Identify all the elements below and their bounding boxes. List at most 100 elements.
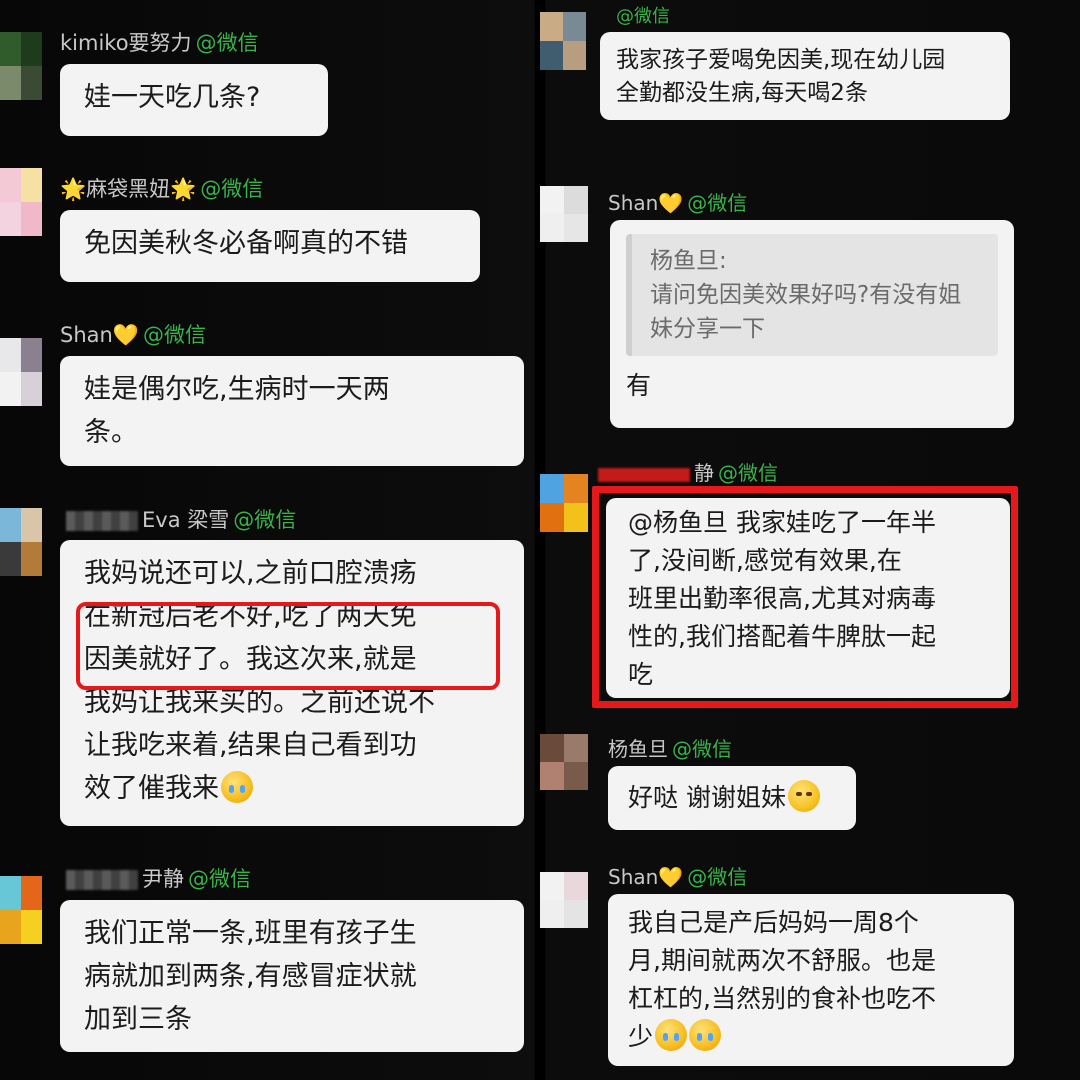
message-bubble[interactable]: 我家孩子爱喝免因美,现在幼儿园 全勤都没生病,每天喝2条 — [600, 32, 1010, 120]
sender-name: Eva 梁雪 @微信 — [66, 507, 296, 533]
laughing-tears-emoji-icon — [689, 1019, 722, 1051]
avatar-tile — [0, 202, 21, 236]
avatar-tile — [21, 168, 42, 202]
wechat-tag: @微信 — [687, 191, 748, 215]
avatar-tile — [564, 503, 588, 532]
message-bubble[interactable]: 我妈说还可以,之前口腔溃疡 在新冠后老不好,吃了两天免 因美就好了。我这次来,就… — [60, 540, 524, 826]
avatar-tile — [564, 762, 588, 790]
message-text: 娃是偶尔吃,生病时一天两 条。 — [84, 374, 390, 448]
wechat-tag: @微信 — [195, 31, 259, 55]
message-bubble[interactable]: 我们正常一条,班里有孩子生 病就加到两条,有感冒症状就 加到三条 — [60, 900, 524, 1052]
quote-text: 请问免因美效果好吗?有没有姐 妹分享一下 — [650, 282, 962, 342]
avatar-tile — [0, 508, 21, 542]
quote-author: 杨鱼旦: — [650, 248, 727, 274]
avatar-tile — [564, 186, 588, 214]
avatar-tile — [21, 508, 42, 542]
avatar-tile — [21, 66, 42, 100]
wechat-tag: @微信 — [718, 461, 778, 485]
wechat-tag: @微信 — [687, 865, 748, 889]
sender-name-text: 杨鱼旦 — [608, 737, 668, 761]
wechat-tag: @微信 — [616, 6, 670, 27]
sender-name-text: kimiko要努力 — [60, 31, 192, 55]
message-text: 我们正常一条,班里有孩子生 病就加到两条,有感冒症状就 加到三条 — [84, 918, 417, 1035]
thinking-emoji-icon — [787, 780, 820, 812]
avatar-tile — [540, 186, 564, 214]
avatar[interactable] — [0, 876, 42, 944]
wechat-tag: @微信 — [672, 737, 732, 761]
avatar-tile — [21, 32, 42, 66]
avatar-tile — [21, 372, 42, 406]
quoted-message[interactable]: 杨鱼旦: 请问免因美效果好吗?有没有姐 妹分享一下 — [626, 234, 998, 356]
message-text: @杨鱼旦 我家娃吃了一年半 了,没间断,感觉有效果,在 班里出勤率很高,尤其对病… — [628, 508, 936, 689]
avatar[interactable] — [540, 734, 588, 790]
sender-name: 尹静 @微信 — [66, 866, 251, 892]
message-text: 我家孩子爱喝免因美,现在幼儿园 全勤都没生病,每天喝2条 — [616, 47, 946, 106]
sender-name-text: Shan💛 — [60, 323, 139, 347]
sender-name-text: 静 — [694, 461, 714, 485]
sender-name: Shan💛 @微信 — [608, 190, 747, 216]
message-bubble[interactable]: 杨鱼旦: 请问免因美效果好吗?有没有姐 妹分享一下 有 — [610, 220, 1014, 428]
avatar-tile — [564, 214, 588, 242]
laughing-tears-emoji-icon — [655, 1019, 688, 1051]
sender-name-text: Shan💛 — [608, 191, 684, 215]
chat-comments-screenshot: kimiko要努力 @微信 娃一天吃几条? 🌟麻袋黑妞🌟 @微信 免因美秋冬必备啊真… — [0, 0, 1080, 1080]
avatar-tile — [540, 41, 563, 70]
sender-name-text: 🌟麻袋黑妞🌟 — [60, 177, 197, 201]
avatar-tile — [0, 338, 21, 372]
avatar-tile — [564, 872, 588, 900]
message-bubble[interactable]: 娃是偶尔吃,生病时一天两 条。 — [60, 356, 524, 466]
avatar-tile — [21, 876, 42, 910]
avatar[interactable] — [0, 508, 42, 576]
sender-name: 静 @微信 — [598, 460, 778, 486]
redacted-name — [66, 870, 138, 890]
message-text-body: 我妈说还可以,之前口腔溃疡 在新冠后老不好,吃了两天免 因美就好了。我这次来,就… — [84, 558, 435, 804]
avatar-tile — [0, 32, 21, 66]
sender-name-text: Shan💛 — [608, 865, 684, 889]
avatar[interactable] — [540, 474, 588, 532]
sender-name-text: 尹静 — [142, 867, 184, 891]
avatar-tile — [21, 542, 42, 576]
avatar-tile — [540, 872, 564, 900]
redacted-name — [66, 511, 138, 531]
wechat-tag: @微信 — [142, 323, 206, 347]
message-text: 我自己是产后妈妈一周8个 月,期间就两次不舒服。也是 杠杠的,当然别的食补也吃不… — [628, 904, 994, 1056]
avatar-tile — [540, 503, 564, 532]
message-text: 有 — [626, 371, 652, 400]
avatar-tile — [0, 876, 21, 910]
message-bubble[interactable]: 好哒 谢谢姐妹 — [608, 766, 856, 830]
avatar-tile — [540, 214, 564, 242]
avatar-tile — [540, 900, 564, 928]
avatar[interactable] — [540, 186, 588, 242]
message-bubble[interactable]: 免因美秋冬必备啊真的不错 — [60, 210, 480, 282]
message-text: 我妈说还可以,之前口腔溃疡 在新冠后老不好,吃了两天免 因美就好了。我这次来,就… — [84, 552, 500, 810]
avatar[interactable] — [540, 12, 586, 70]
avatar-tile — [563, 12, 586, 41]
avatar[interactable] — [0, 32, 42, 100]
message-text: 免因美秋冬必备啊真的不错 — [84, 228, 408, 259]
message-bubble[interactable]: 我自己是产后妈妈一周8个 月,期间就两次不舒服。也是 杠杠的,当然别的食补也吃不… — [608, 894, 1014, 1066]
avatar-tile — [0, 168, 21, 202]
wechat-tag: @微信 — [188, 867, 251, 891]
avatar-tile — [564, 474, 588, 503]
wechat-tag: @微信 — [233, 508, 297, 532]
message-text: 好哒 谢谢姐妹 — [628, 776, 836, 819]
sender-name: Shan💛 @微信 — [608, 864, 747, 890]
avatar-tile — [0, 66, 21, 100]
avatar-tile — [0, 910, 21, 944]
avatar[interactable] — [0, 168, 42, 236]
redacted-name — [598, 467, 690, 482]
avatar[interactable] — [0, 338, 42, 406]
avatar-tile — [0, 542, 21, 576]
crying-laugh-emoji-icon — [221, 771, 253, 803]
message-bubble[interactable]: @杨鱼旦 我家娃吃了一年半 了,没间断,感觉有效果,在 班里出勤率很高,尤其对病… — [606, 498, 1010, 698]
sender-name-text: Eva 梁雪 — [142, 508, 230, 532]
sender-name: Shan💛 @微信 — [60, 322, 206, 348]
sender-name: @微信 — [612, 4, 670, 30]
avatar-tile — [540, 734, 564, 762]
avatar-tile — [21, 910, 42, 944]
avatar[interactable] — [540, 872, 588, 928]
avatar-tile — [540, 12, 563, 41]
sender-name: 🌟麻袋黑妞🌟 @微信 — [60, 176, 263, 202]
avatar-tile — [564, 734, 588, 762]
message-bubble[interactable]: 娃一天吃几条? — [60, 64, 328, 136]
